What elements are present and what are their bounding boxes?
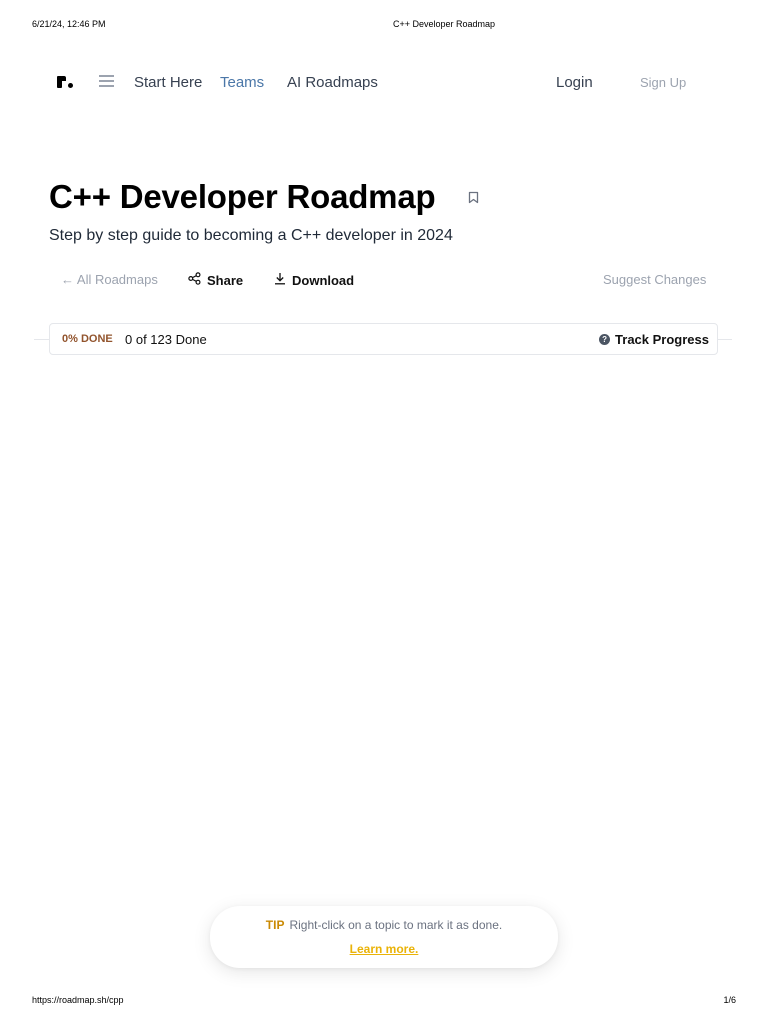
tip-message: TIP Right-click on a topic to mark it as …	[210, 918, 558, 932]
nav-teams[interactable]: Teams	[220, 74, 264, 91]
print-url: https://roadmap.sh/cpp	[32, 995, 124, 1005]
page: 6/21/24, 12:46 PM C++ Developer Roadmap …	[0, 0, 768, 1024]
learn-more-link[interactable]: Learn more.	[210, 942, 558, 956]
track-progress-button[interactable]: ? Track Progress	[599, 332, 709, 347]
print-title: C++ Developer Roadmap	[392, 19, 496, 29]
progress-count: 0 of 123 Done	[125, 332, 207, 347]
all-roadmaps-link[interactable]: ← All Roadmaps	[61, 272, 158, 287]
page-subtitle: Step by step guide to becoming a C++ dev…	[49, 227, 453, 244]
nav-start-here[interactable]: Start Here	[134, 74, 202, 91]
bookmark-icon[interactable]	[468, 191, 479, 204]
share-label: Share	[207, 272, 244, 288]
action-bar: ← All Roadmaps Share Download Suggest Ch…	[0, 270, 768, 290]
download-icon	[274, 272, 286, 288]
nav-ai-roadmaps[interactable]: AI Roadmaps	[287, 74, 378, 91]
page-title: C++ Developer Roadmap	[49, 178, 436, 215]
download-button[interactable]: Download	[274, 272, 354, 288]
tip-label: TIP	[265, 918, 285, 932]
roadmap-logo-icon[interactable]	[56, 73, 74, 91]
print-page-number: 1/6	[723, 995, 736, 1005]
top-nav: Start Here Teams AI Roadmaps Login Sign …	[0, 66, 768, 98]
share-button[interactable]: Share	[188, 272, 243, 288]
question-icon: ?	[599, 334, 611, 345]
signup-button[interactable]: Sign Up	[640, 75, 686, 90]
hamburger-icon[interactable]	[99, 75, 114, 87]
tip-toast: TIP Right-click on a topic to mark it as …	[210, 906, 558, 968]
tip-text: Right-click on a topic to mark it as don…	[289, 918, 503, 932]
progress-bar: 0% DONE 0 of 123 Done ? Track Progress	[49, 323, 718, 355]
progress-percent: 0% DONE	[62, 333, 113, 345]
share-icon	[188, 272, 201, 288]
download-label: Download	[292, 272, 355, 288]
track-progress-label: Track Progress	[615, 332, 709, 347]
login-button[interactable]: Login	[556, 74, 593, 91]
suggest-changes-link[interactable]: Suggest Changes	[603, 272, 706, 287]
